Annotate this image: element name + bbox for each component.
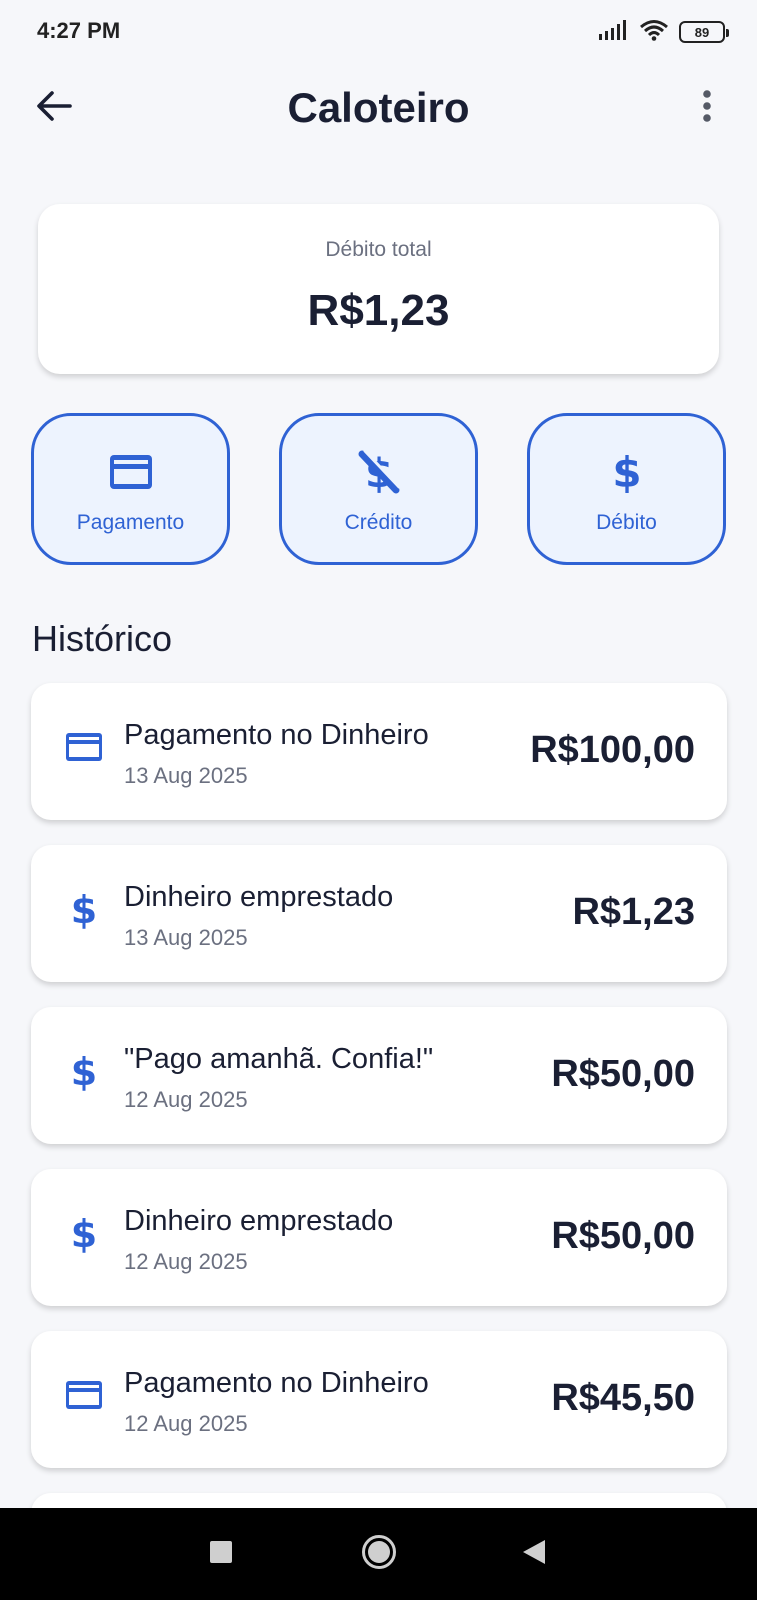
dollar-icon: $ [64,1213,104,1253]
history-item[interactable]: $ Dinheiro emprestado 12 Aug 2025 R$50,0… [31,1169,727,1306]
dollar-icon: $ [64,1051,104,1091]
total-debt-value: R$1,23 [307,286,450,335]
history-item-title: "Pago amanhã. Confia!" [124,1043,434,1075]
history-item-amount: R$1,23 [572,891,695,933]
history-heading: Histórico [32,618,173,659]
status-bar: 4:27 PM 89 [0,0,757,62]
history-item-amount: R$45,50 [551,1377,695,1419]
credit-card-icon [64,727,104,767]
system-back-button[interactable] [514,1534,554,1574]
back-triangle-icon [521,1538,547,1571]
wifi-icon [639,19,669,46]
credit-button[interactable]: $ Crédito [279,413,478,565]
history-item-date: 13 Aug 2025 [124,925,248,950]
status-icons: 89 [599,18,729,46]
history-item[interactable]: Pagamento no Dinheiro 13 Aug 2025 R$100,… [31,683,727,820]
home-button[interactable] [359,1534,399,1574]
history-item-date: 12 Aug 2025 [124,1087,248,1112]
dollar-icon: $ [64,889,104,929]
status-time: 4:27 PM [37,18,121,43]
svg-text:$: $ [71,1051,97,1091]
dollar-icon: $ [607,447,647,497]
svg-text:$: $ [71,1213,97,1253]
more-vertical-icon [702,89,712,128]
app-screen: 4:27 PM 89 Caloteiro Débito total R$1,23… [0,0,757,1600]
battery-icon: 89 [679,21,729,43]
money-off-icon: $ [356,447,402,497]
history-item-date: 12 Aug 2025 [124,1411,248,1436]
history-item-amount: R$50,00 [551,1215,695,1257]
history-item-title: Dinheiro emprestado [124,1205,394,1237]
history-item[interactable]: $ Dinheiro emprestado 13 Aug 2025 R$1,23 [31,845,727,982]
history-item[interactable]: $ "Pago amanhã. Confia!" 12 Aug 2025 R$5… [31,1007,727,1144]
history-item-title: Dinheiro emprestado [124,881,394,913]
page-title: Caloteiro [287,84,470,131]
debit-button[interactable]: $ Débito [527,413,726,565]
action-buttons: Pagamento $ Crédito $ Débito [31,413,727,565]
total-debt-label: Débito total [325,238,432,261]
history-item[interactable]: Pagamento no Dinheiro 12 Aug 2025 R$45,5… [31,1331,727,1468]
debit-button-label: Débito [596,511,657,534]
svg-text:$: $ [71,889,97,929]
history-item-date: 12 Aug 2025 [124,1249,248,1274]
history-item-title: Pagamento no Dinheiro [124,719,429,751]
app-bar: Caloteiro [0,62,757,166]
history-item-title: Pagamento no Dinheiro [124,1367,429,1399]
credit-card-icon [108,447,154,497]
home-circle-icon [361,1534,397,1575]
svg-text:$: $ [612,449,641,495]
history-item-date: 13 Aug 2025 [124,763,248,788]
system-nav-bar [0,1508,757,1600]
credit-button-label: Crédito [344,511,413,534]
payment-button[interactable]: Pagamento [31,413,230,565]
signal-icon [599,19,629,45]
recents-square-icon [209,1540,233,1569]
history-item-amount: R$50,00 [551,1053,695,1095]
payment-button-label: Pagamento [76,511,185,534]
history-item-amount: R$100,00 [530,729,695,771]
recents-button[interactable] [201,1534,241,1574]
more-options-button[interactable] [685,86,729,130]
battery-level: 89 [694,24,710,40]
credit-card-icon [64,1375,104,1415]
total-debt-card: Débito total R$1,23 [38,204,719,374]
